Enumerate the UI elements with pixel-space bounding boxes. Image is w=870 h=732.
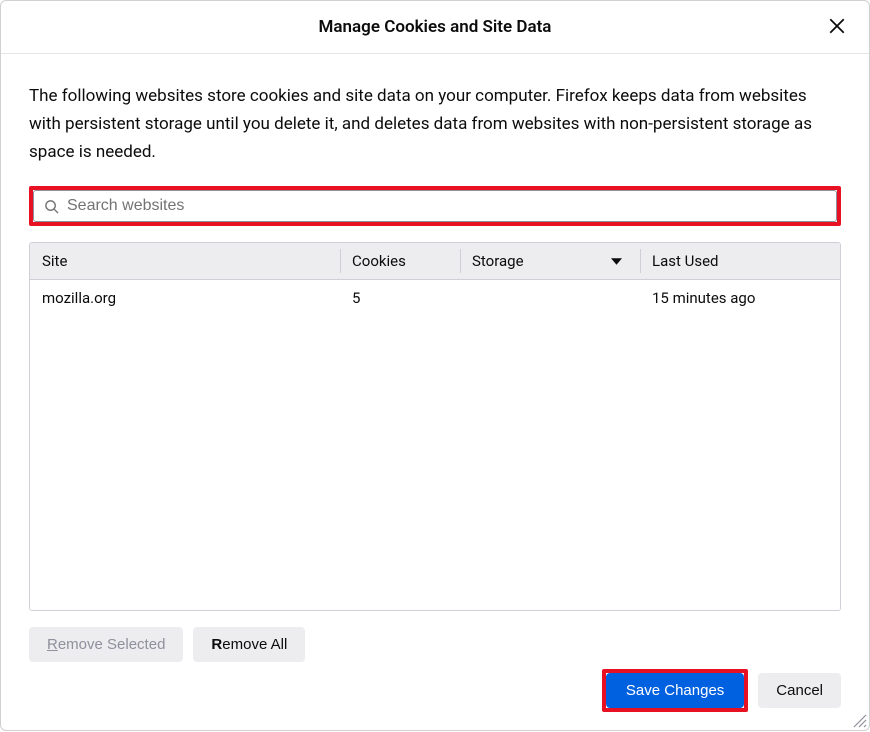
column-header-site[interactable]: Site	[30, 243, 340, 279]
remove-all-text: emove All	[222, 636, 287, 653]
column-header-storage[interactable]: Storage	[460, 243, 640, 279]
close-icon	[828, 17, 846, 38]
dialog-title: Manage Cookies and Site Data	[319, 17, 552, 37]
table-row[interactable]: mozilla.org 5 15 minutes ago	[30, 280, 840, 316]
cancel-button[interactable]: Cancel	[758, 673, 841, 708]
remove-selected-button: Remove Selected	[29, 627, 183, 662]
cookies-table: Site Cookies Storage Last Used mozilla.o…	[29, 242, 841, 611]
table-body[interactable]: mozilla.org 5 15 minutes ago	[30, 280, 840, 610]
save-highlight-frame: Save Changes	[602, 669, 748, 712]
resize-grip-icon[interactable]	[851, 712, 867, 728]
sort-indicator-icon	[611, 258, 622, 265]
column-header-last-used[interactable]: Last Used	[640, 243, 840, 279]
cell-storage	[460, 280, 640, 316]
column-header-cookies[interactable]: Cookies	[340, 243, 460, 279]
cell-last-used: 15 minutes ago	[640, 280, 840, 316]
save-changes-button[interactable]: Save Changes	[606, 673, 744, 708]
column-header-storage-label: Storage	[472, 252, 524, 270]
search-box[interactable]	[33, 190, 837, 222]
remove-all-button[interactable]: Remove All	[193, 627, 305, 662]
cell-site: mozilla.org	[30, 280, 340, 316]
remove-selected-text: emove Selected	[58, 636, 166, 653]
search-input[interactable]	[67, 197, 826, 215]
search-icon	[44, 199, 59, 214]
cell-cookies: 5	[340, 280, 460, 316]
remove-all-accesskey: R	[211, 636, 222, 653]
remove-selected-accesskey: R	[47, 636, 58, 653]
table-header-row: Site Cookies Storage Last Used	[30, 243, 840, 280]
dialog-description: The following websites store cookies and…	[29, 82, 841, 166]
search-highlight-frame	[29, 186, 841, 226]
close-button[interactable]	[825, 15, 849, 39]
